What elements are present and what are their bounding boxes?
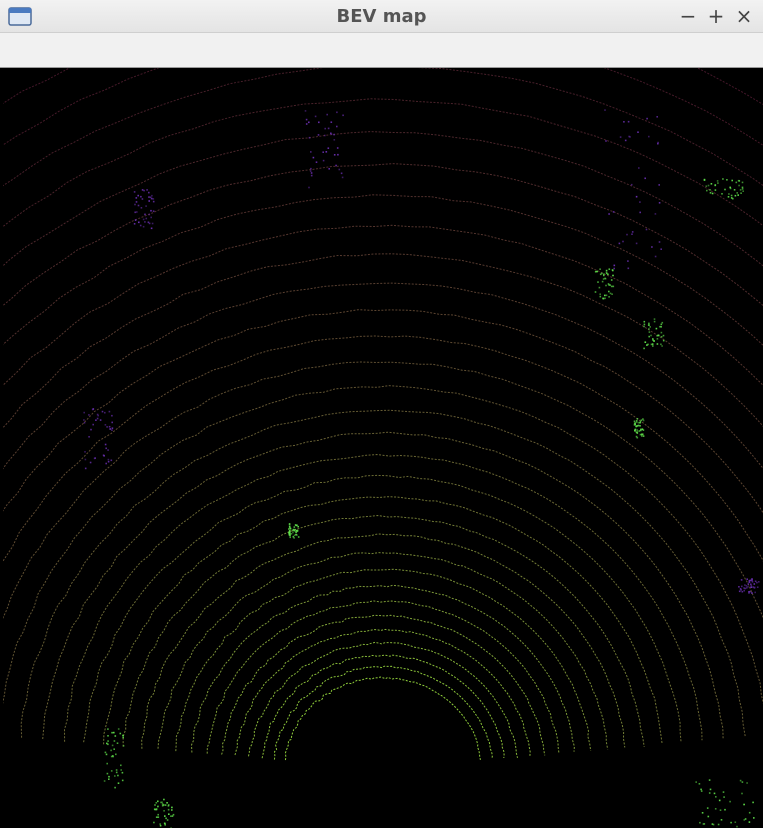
scan-ring [3,68,763,691]
bev-map-canvas[interactable] [3,68,763,828]
scan-ring [3,253,763,429]
object-cluster [604,109,662,270]
object-cluster [695,779,755,828]
scan-ring [3,68,763,698]
object-cluster [594,268,615,300]
close-button[interactable]: × [733,5,755,27]
sensor-blind-zone [286,688,480,828]
scan-ring [3,98,763,228]
scan-ring [3,68,763,105]
scan-ring [3,68,763,695]
object-cluster [304,110,344,189]
scan-ring [3,194,763,346]
scan-ring [3,224,763,387]
toolbar-area [0,33,763,68]
maximize-icon: + [707,4,725,28]
object-cluster [703,178,744,200]
minimize-icon: − [679,4,697,28]
object-cluster [643,318,665,350]
scan-ring [3,68,763,187]
object-cluster [153,798,175,828]
close-icon: × [735,4,753,28]
object-cluster [103,728,125,789]
scan-ring [3,131,763,267]
scan-ring [3,309,763,514]
object-cluster [738,578,760,594]
lidar-point-cloud [3,68,763,828]
title-bar[interactable]: BEV map − + × [0,0,763,33]
window-title: BEV map [336,6,427,27]
maximize-button[interactable]: + [705,5,727,27]
bev-map-window: BEV map − + × [0,0,763,828]
object-cluster [633,418,645,439]
object-cluster [133,189,155,230]
object-cluster [83,408,114,470]
scan-ring [3,282,763,470]
minimize-button[interactable]: − [677,5,699,27]
object-cluster [288,523,300,539]
